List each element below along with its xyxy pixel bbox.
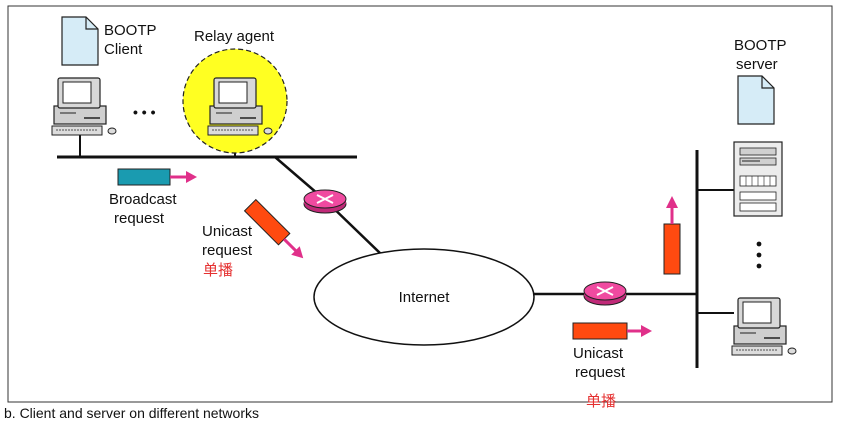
broadcast-packet-icon [117, 168, 197, 186]
bootp-client-label-2: Client [104, 41, 143, 58]
unicast-request-left-label-1: Unicast [202, 223, 253, 240]
unicast-request-right-label-2: request [575, 364, 626, 381]
bootp-relay-diagram: BOOTP Client • • • Relay agent Broadcast… [7, 5, 833, 410]
server-document-icon [737, 75, 775, 125]
more-servers-ellipsis [756, 241, 762, 269]
unicast-packet-vertical-icon [663, 196, 681, 275]
unicast-cn-right-label: 单播 [586, 392, 616, 410]
relay-agent-label: Relay agent [194, 28, 275, 45]
unicast-request-left-label-2: request [202, 242, 253, 259]
figure-caption: b. Client and server on different networ… [4, 405, 259, 421]
broadcast-request-label-2: request [114, 210, 165, 227]
broadcast-request-label-1: Broadcast [109, 191, 177, 208]
bootp-client-label-1: BOOTP [104, 22, 157, 39]
server-side-computer-icon [731, 297, 797, 356]
left-router-icon [303, 189, 347, 214]
more-hosts-ellipsis: • • • [133, 104, 156, 120]
server-tower-icon [733, 141, 783, 217]
client-computer-icon [51, 77, 117, 136]
unicast-request-right-label-1: Unicast [573, 345, 624, 362]
unicast-packet-left-icon [243, 198, 304, 259]
right-router-icon [583, 281, 627, 306]
client-document-icon [61, 16, 99, 66]
bootp-server-label-2: server [736, 56, 778, 73]
unicast-packet-right-icon [572, 322, 652, 340]
unicast-cn-left-label: 单播 [203, 261, 233, 279]
internet-label: Internet [399, 289, 451, 306]
bootp-server-label-1: BOOTP [734, 37, 787, 54]
